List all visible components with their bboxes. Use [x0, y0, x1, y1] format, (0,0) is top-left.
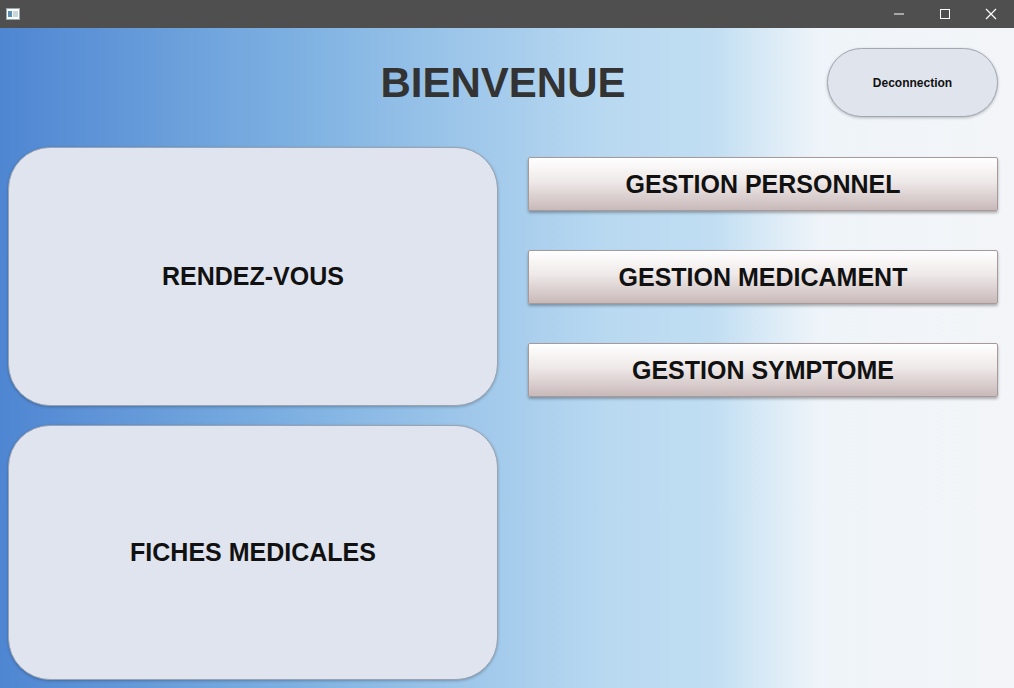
close-button[interactable] — [968, 0, 1014, 28]
app-window: BIENVENUE Deconnection RENDEZ-VOUSFICHES M… — [0, 0, 1014, 688]
maximize-icon — [939, 8, 951, 20]
welcome-title: BIENVENUE — [368, 59, 637, 107]
menu-button[interactable]: GESTION PERSONNEL — [528, 157, 998, 211]
minimize-button[interactable] — [876, 0, 922, 28]
title-bar — [0, 0, 1014, 28]
header: BIENVENUE Deconnection — [8, 48, 998, 117]
dashboard-card[interactable]: RENDEZ-VOUS — [8, 147, 498, 406]
main-panel: BIENVENUE Deconnection RENDEZ-VOUSFICHES M… — [0, 28, 1014, 688]
app-icon — [6, 8, 20, 20]
dashboard-card[interactable]: FICHES MEDICALES — [8, 425, 498, 680]
close-icon — [985, 8, 997, 20]
menu-button[interactable]: GESTION MEDICAMENT — [528, 250, 998, 304]
menu-button[interactable]: GESTION SYMPTOME — [528, 343, 998, 397]
minimize-icon — [893, 8, 905, 20]
maximize-button[interactable] — [922, 0, 968, 28]
logout-button[interactable]: Deconnection — [827, 48, 998, 117]
dashboard: RENDEZ-VOUSFICHES MEDICALES GESTION PERSO… — [8, 147, 998, 680]
